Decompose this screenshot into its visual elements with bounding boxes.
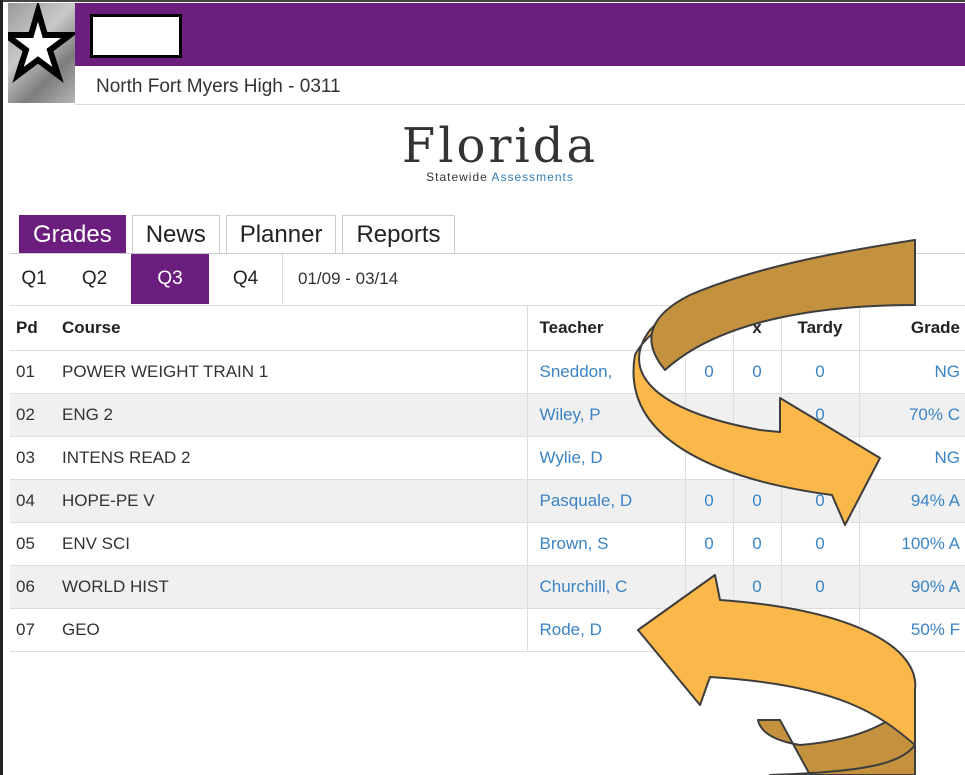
table-row: 07 GEO Rode, D 0 50% F	[10, 608, 965, 652]
grade-link[interactable]: 70% C	[859, 393, 965, 437]
logo-word: Florida	[401, 118, 599, 174]
tardy-cell[interactable]: 0	[781, 565, 860, 609]
logo-sub-accent: Assessments	[491, 170, 574, 184]
tardy-cell[interactable]: 0	[781, 522, 860, 566]
grade-link[interactable]: 94% A	[859, 479, 965, 523]
header-pd[interactable]: Pd	[10, 305, 50, 351]
course-name: POWER WEIGHT TRAIN 1	[50, 350, 528, 394]
grade-link[interactable]: 100% A	[859, 522, 965, 566]
tab-grades[interactable]: Grades	[19, 215, 126, 253]
table-row: 06 WORLD HIST Churchill, C 0 0 90% A	[10, 565, 965, 609]
school-name: North Fort Myers High - 0311	[96, 76, 341, 97]
header-teacher[interactable]: Teacher	[527, 305, 686, 351]
tardy-cell[interactable]: 0	[781, 393, 860, 437]
header-grade[interactable]: Grade	[859, 305, 965, 351]
count-cell[interactable]	[733, 393, 782, 437]
tardy-cell[interactable]	[781, 436, 860, 480]
teacher-link[interactable]: Wiley, P	[527, 393, 686, 437]
header-tardy[interactable]: Tardy	[781, 305, 860, 351]
header-course[interactable]: Course	[50, 305, 528, 351]
table-row: 04 HOPE-PE V Pasquale, D 0 0 0 94% A	[10, 479, 965, 523]
table-row: 03 INTENS READ 2 Wylie, D NG	[10, 436, 965, 480]
redacted-name-box	[90, 14, 182, 58]
grade-link[interactable]: 50% F	[859, 608, 965, 652]
count-cell[interactable]: 0	[733, 350, 782, 394]
tab-planner[interactable]: Planner	[225, 215, 337, 253]
quarter-date-range: 01/09 - 03/14	[298, 269, 399, 288]
period: 03	[10, 436, 50, 480]
tardy-cell[interactable]: 0	[781, 350, 860, 394]
course-name: HOPE-PE V	[50, 479, 528, 523]
course-name: ENV SCI	[50, 522, 528, 566]
count-cell[interactable]	[685, 436, 734, 480]
table-row: 05 ENV SCI Brown, S 0 0 0 100% A	[10, 522, 965, 566]
table-row: 02 ENG 2 Wiley, P 0 70% C	[10, 393, 965, 437]
course-name: INTENS READ 2	[50, 436, 528, 480]
course-name: ENG 2	[50, 393, 528, 437]
quarter-q2[interactable]: Q2	[58, 254, 131, 304]
period: 07	[10, 608, 50, 652]
grade-link[interactable]: 90% A	[859, 565, 965, 609]
count-cell[interactable]	[685, 393, 734, 437]
header-col5[interactable]: x	[733, 305, 782, 351]
tardy-cell[interactable]: 0	[781, 479, 860, 523]
teacher-link[interactable]: Sneddon,	[527, 350, 686, 394]
grades-table: Pd Course Teacher x Tardy Grade 01 POWER…	[10, 305, 965, 652]
quarter-selector: Q1 Q2 Q3 Q4 01/09 - 03/14	[10, 254, 398, 304]
count-cell[interactable]: 0	[733, 565, 782, 609]
grade-link[interactable]: NG	[859, 350, 965, 394]
teacher-link[interactable]: Brown, S	[527, 522, 686, 566]
course-name: GEO	[50, 608, 528, 652]
count-cell[interactable]	[733, 436, 782, 480]
period: 04	[10, 479, 50, 523]
count-cell[interactable]	[685, 608, 734, 652]
grade-link[interactable]: NG	[859, 436, 965, 480]
florida-logo: Florida Statewide Assessments	[350, 120, 650, 200]
teacher-link[interactable]: Wylie, D	[527, 436, 686, 480]
window-left-border	[0, 0, 3, 775]
teacher-link[interactable]: Rode, D	[527, 608, 686, 652]
count-cell[interactable]	[685, 565, 734, 609]
teacher-link[interactable]: Pasquale, D	[527, 479, 686, 523]
quarter-q1[interactable]: Q1	[10, 254, 58, 304]
period: 02	[10, 393, 50, 437]
count-cell[interactable]: 0	[685, 479, 734, 523]
quarter-q4[interactable]: Q4	[209, 254, 282, 304]
period: 05	[10, 522, 50, 566]
logo-subtitle: Statewide Assessments	[350, 170, 650, 184]
period: 01	[10, 350, 50, 394]
count-cell[interactable]: 0	[733, 522, 782, 566]
main-tabs: Grades News Planner Reports	[19, 215, 455, 253]
header-col4[interactable]	[685, 305, 734, 351]
tardy-cell[interactable]: 0	[781, 608, 860, 652]
tab-reports[interactable]: Reports	[342, 215, 455, 253]
count-cell[interactable]: 0	[685, 350, 734, 394]
header-band	[75, 3, 965, 66]
star-icon	[8, 3, 75, 84]
table-row: 01 POWER WEIGHT TRAIN 1 Sneddon, 0 0 0 N…	[10, 350, 965, 394]
teacher-link[interactable]: Churchill, C	[527, 565, 686, 609]
table-header-row: Pd Course Teacher x Tardy Grade	[10, 305, 965, 351]
quarter-q3[interactable]: Q3	[131, 254, 209, 304]
count-cell[interactable]: 0	[733, 479, 782, 523]
divider	[75, 104, 965, 105]
period: 06	[10, 565, 50, 609]
avatar[interactable]	[8, 3, 75, 103]
count-cell[interactable]: 0	[685, 522, 734, 566]
course-name: WORLD HIST	[50, 565, 528, 609]
count-cell[interactable]	[733, 608, 782, 652]
window-top-border	[0, 0, 965, 2]
logo-sub-plain: Statewide	[426, 170, 492, 184]
tab-news[interactable]: News	[131, 215, 220, 253]
